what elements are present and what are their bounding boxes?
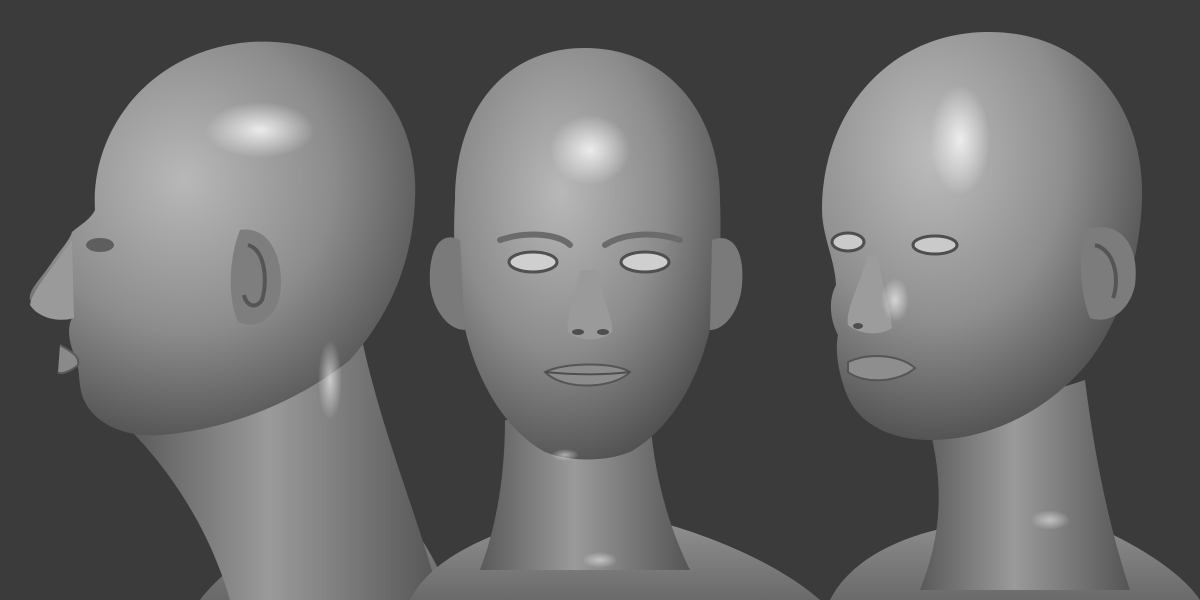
front-ear-right (710, 238, 743, 330)
tq-eye-right (911, 234, 959, 256)
front-head (410, 48, 820, 600)
sculpt-render-canvas (0, 0, 1200, 600)
tq-eye-left (830, 231, 866, 253)
front-skull (454, 48, 721, 460)
front-ear-left (429, 237, 465, 330)
three-quarter-head (822, 31, 1200, 600)
side-eye (86, 238, 114, 252)
head-turnaround-render (29, 31, 1200, 600)
side-profile-head (29, 41, 450, 600)
front-eye-right (619, 250, 671, 274)
front-eye-left (507, 250, 559, 274)
side-nose (30, 240, 74, 320)
